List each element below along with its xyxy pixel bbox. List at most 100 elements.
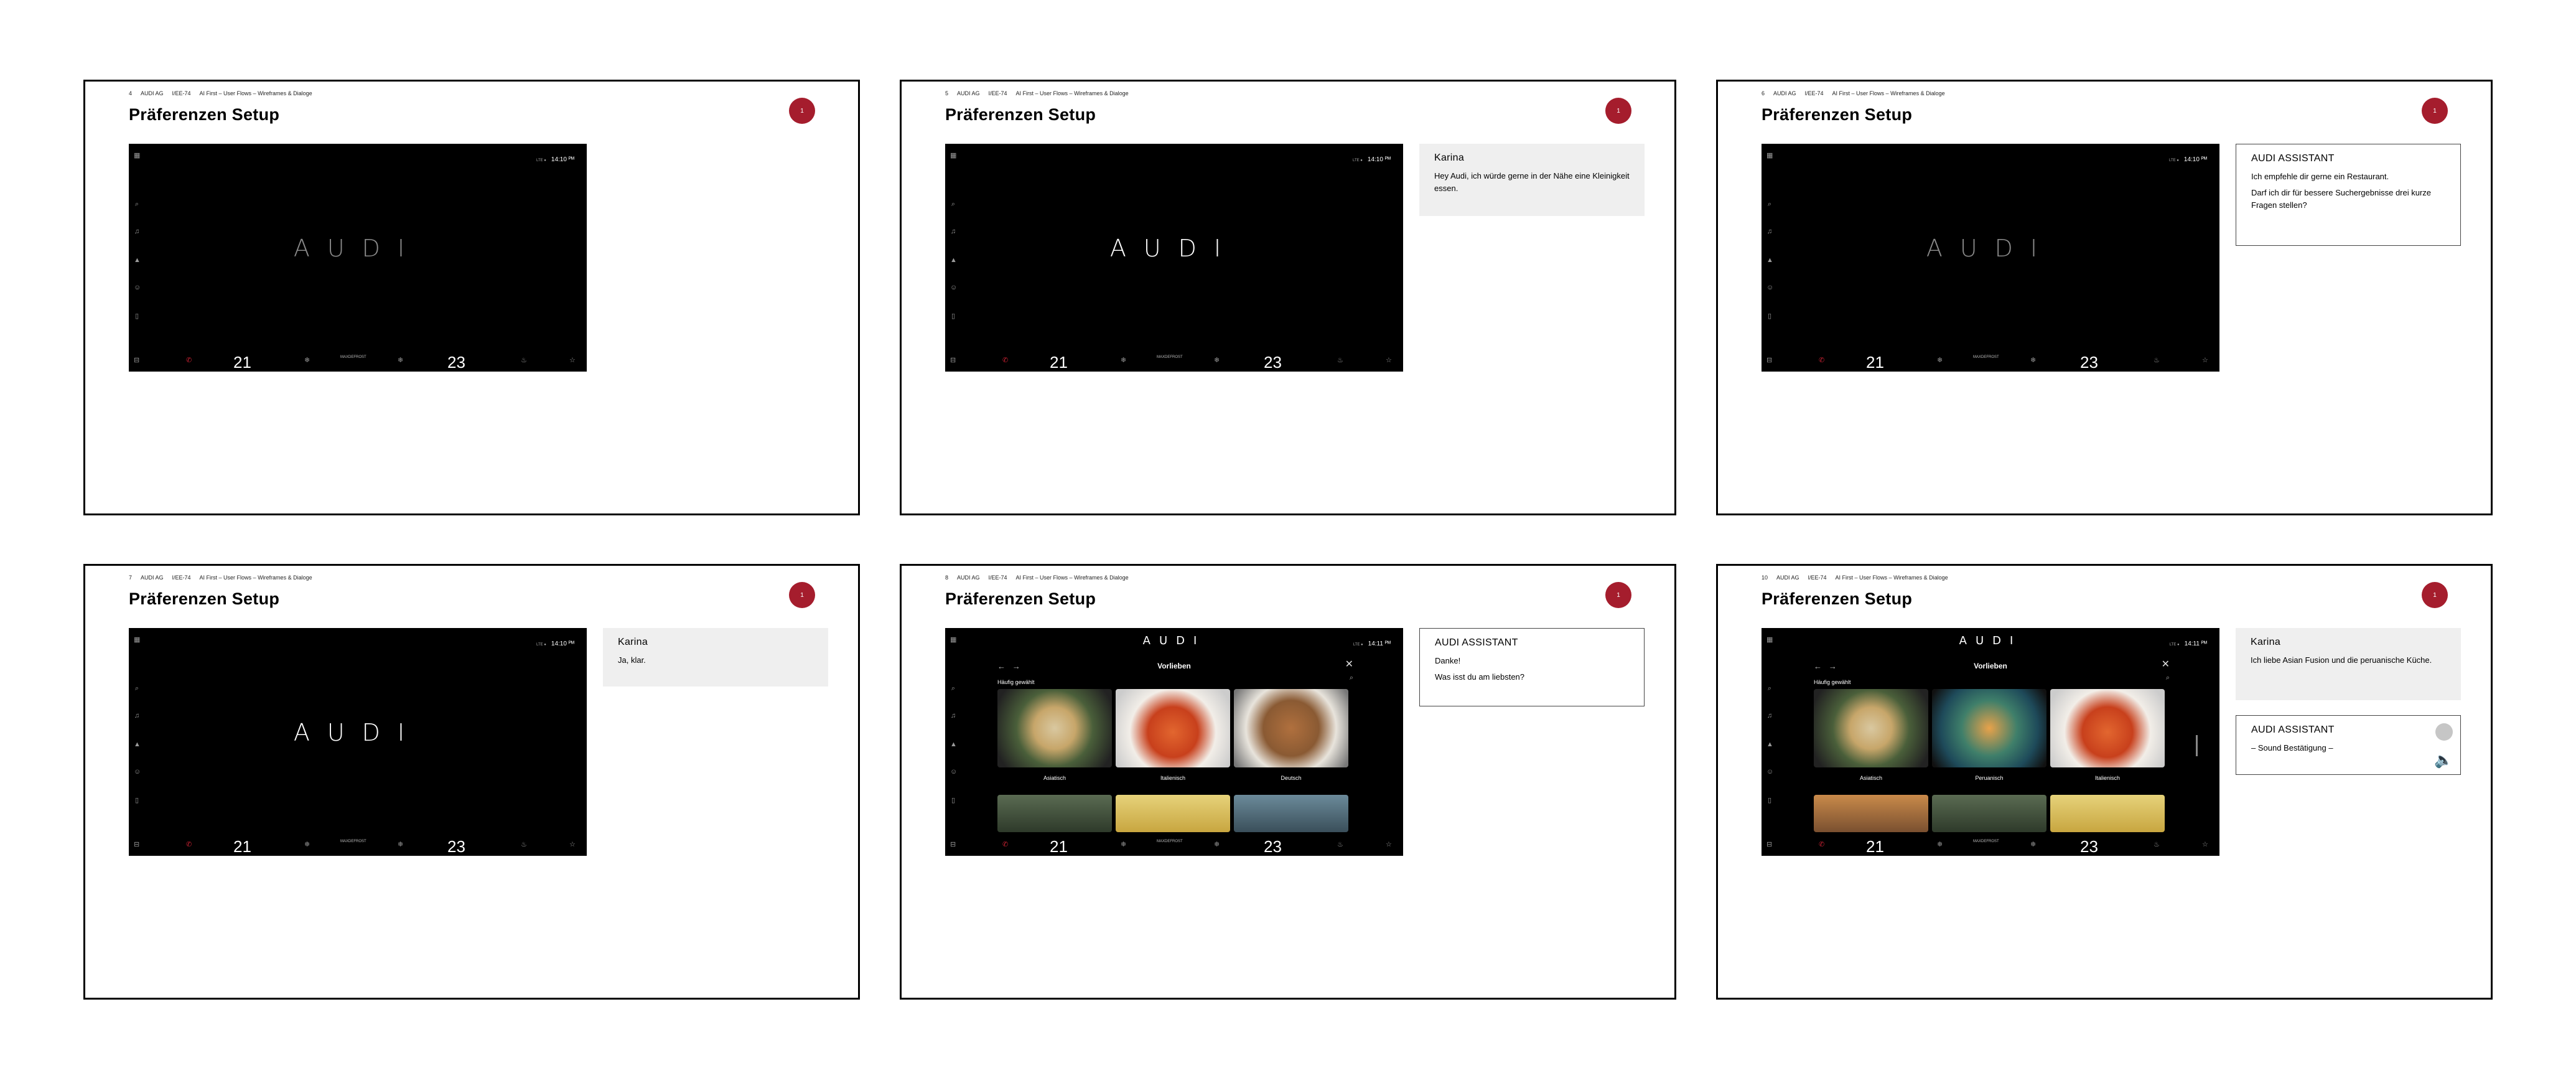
- food-image[interactable]: [1116, 795, 1230, 832]
- fan-icon[interactable]: ❄: [1121, 840, 1126, 848]
- search-icon[interactable]: ⌕: [134, 201, 140, 208]
- food-image[interactable]: [1814, 795, 1928, 832]
- rear-defrost-icon[interactable]: ❄: [2030, 356, 2036, 364]
- phone-icon[interactable]: ▯: [950, 313, 956, 320]
- user-icon[interactable]: ☺: [134, 769, 141, 776]
- music-icon[interactable]: ♫: [950, 713, 956, 720]
- favorite-icon[interactable]: ☆: [2202, 356, 2208, 364]
- phone-icon[interactable]: ▯: [134, 313, 140, 320]
- phone-call-icon[interactable]: ✆: [186, 840, 192, 848]
- food-image-italian[interactable]: [2050, 689, 2165, 767]
- phone-call-icon[interactable]: ✆: [1002, 840, 1008, 848]
- phone-call-icon[interactable]: ✆: [1819, 840, 1824, 848]
- music-icon[interactable]: ♫: [1766, 713, 1773, 720]
- infotainment-screen[interactable]: ▦ ⌕ ♫ ▲ ☺ ▯ LTE ● 14:10 ᴾᴹ AUDI ⊟ ✆ 21 ❄ …: [945, 144, 1403, 372]
- phone-icon[interactable]: ▯: [1766, 313, 1773, 320]
- user-icon[interactable]: ☺: [1766, 769, 1773, 776]
- favorite-icon[interactable]: ☆: [569, 840, 576, 848]
- user-icon[interactable]: ☺: [950, 769, 957, 776]
- search-icon[interactable]: ⌕: [950, 201, 956, 208]
- music-icon[interactable]: ♫: [134, 228, 140, 235]
- seat-heat-icon[interactable]: ♨: [521, 840, 527, 848]
- defrost-label[interactable]: MAXDEFROST: [1157, 355, 1183, 359]
- favorite-icon[interactable]: ☆: [569, 356, 576, 364]
- search-icon[interactable]: ⌕: [134, 685, 140, 692]
- car-icon[interactable]: ⊟: [950, 356, 956, 364]
- temp-left[interactable]: 21: [1050, 353, 1068, 372]
- temp-right[interactable]: 23: [2080, 837, 2098, 856]
- climate-bar[interactable]: ⊟ ✆ 21 ❄ MAXDEFROST ❄ 23 ♨ ☆: [129, 353, 587, 372]
- temp-right[interactable]: 23: [2080, 353, 2098, 372]
- defrost-label[interactable]: MAXDEFROST: [1973, 355, 1999, 359]
- infotainment-screen[interactable]: ▦ ⌕ ♫ ▲ ☺ ▯ LTE ● 14:10 ᴾᴹ AUDI ⊟ ✆ 21 ❄ …: [129, 144, 587, 372]
- fan-icon[interactable]: ❄: [1121, 356, 1126, 364]
- apps-icon[interactable]: ▦: [134, 637, 140, 644]
- music-icon[interactable]: ♫: [950, 228, 956, 235]
- close-icon[interactable]: ✕: [1345, 658, 1353, 670]
- seat-heat-icon[interactable]: ♨: [2154, 840, 2160, 848]
- food-image-peruvian[interactable]: [1932, 689, 2046, 767]
- food-image[interactable]: [2050, 795, 2165, 832]
- search-icon[interactable]: ⌕: [1350, 674, 1353, 682]
- close-icon[interactable]: ✕: [2162, 658, 2170, 670]
- defrost-label[interactable]: MAXDEFROST: [340, 840, 366, 843]
- car-icon[interactable]: ⊟: [134, 840, 139, 848]
- infotainment-screen[interactable]: ▦ ⌕ ♫ ▲ ☺ ▯ AUDI LTE ● 14:11 ᴾᴹ ← → Vorli…: [945, 628, 1403, 856]
- phone-icon[interactable]: ▯: [134, 797, 140, 804]
- rear-defrost-icon[interactable]: ❄: [398, 840, 403, 848]
- apps-icon[interactable]: ▦: [950, 152, 956, 159]
- rear-defrost-icon[interactable]: ❄: [398, 356, 403, 364]
- defrost-label[interactable]: MAXDEFROST: [1157, 840, 1183, 843]
- temp-left[interactable]: 21: [1866, 353, 1884, 372]
- food-image-asian[interactable]: [997, 689, 1112, 767]
- defrost-label[interactable]: MAXDEFROST: [340, 355, 366, 359]
- temp-left[interactable]: 21: [1050, 837, 1068, 856]
- food-image-german[interactable]: [1234, 689, 1348, 767]
- car-icon[interactable]: ⊟: [1766, 840, 1772, 848]
- phone-call-icon[interactable]: ✆: [1819, 356, 1824, 364]
- fan-icon[interactable]: ❄: [1937, 840, 1943, 848]
- temp-left[interactable]: 21: [233, 353, 251, 372]
- infotainment-screen[interactable]: ▦ ⌕ ♫ ▲ ☺ ▯ AUDI LTE ● 14:11 ᴾᴹ ← → Vorli…: [1762, 628, 2219, 856]
- food-image-asian[interactable]: [1814, 689, 1928, 767]
- car-icon[interactable]: ⊟: [134, 356, 139, 364]
- music-icon[interactable]: ♫: [1766, 228, 1773, 235]
- search-icon[interactable]: ⌕: [1766, 685, 1773, 692]
- music-icon[interactable]: ♫: [134, 713, 140, 720]
- user-icon[interactable]: ☺: [134, 284, 141, 291]
- favorite-icon[interactable]: ☆: [1386, 840, 1392, 848]
- seat-heat-icon[interactable]: ♨: [521, 356, 527, 364]
- infotainment-screen[interactable]: ▦ ⌕ ♫ ▲ ☺ ▯ LTE ● 14:10 ᴾᴹ AUDI ⊟ ✆ 21 ❄ …: [129, 628, 587, 856]
- phone-call-icon[interactable]: ✆: [186, 356, 192, 364]
- food-image[interactable]: [997, 795, 1112, 832]
- climate-bar[interactable]: ⊟ ✆ 21 ❄ MAXDEFROST ❄ 23 ♨ ☆: [1762, 353, 2219, 372]
- temp-left[interactable]: 21: [233, 837, 251, 856]
- phone-icon[interactable]: ▯: [1766, 797, 1773, 804]
- temp-right[interactable]: 23: [447, 353, 465, 372]
- fan-icon[interactable]: ❄: [1937, 356, 1943, 364]
- navigation-icon[interactable]: ▲: [1766, 741, 1773, 748]
- defrost-label[interactable]: MAXDEFROST: [1973, 840, 1999, 843]
- car-icon[interactable]: ⊟: [950, 840, 956, 848]
- infotainment-screen[interactable]: ▦ ⌕ ♫ ▲ ☺ ▯ LTE ● 14:10 ᴾᴹ AUDI ⊟ ✆ 21 ❄ …: [1762, 144, 2219, 372]
- search-icon[interactable]: ⌕: [1766, 201, 1773, 208]
- user-icon[interactable]: ☺: [950, 284, 957, 291]
- car-icon[interactable]: ⊟: [1766, 356, 1772, 364]
- food-image-italian[interactable]: [1116, 689, 1230, 767]
- climate-bar[interactable]: ⊟ ✆ 21 ❄ MAXDEFROST ❄ 23 ♨ ☆: [945, 837, 1403, 856]
- climate-bar[interactable]: ⊟ ✆ 21 ❄ MAXDEFROST ❄ 23 ♨ ☆: [945, 353, 1403, 372]
- apps-icon[interactable]: ▦: [134, 152, 140, 159]
- food-image[interactable]: [1234, 795, 1348, 832]
- climate-bar[interactable]: ⊟ ✆ 21 ❄ MAXDEFROST ❄ 23 ♨ ☆: [1762, 837, 2219, 856]
- rear-defrost-icon[interactable]: ❄: [2030, 840, 2036, 848]
- temp-right[interactable]: 23: [447, 837, 465, 856]
- rear-defrost-icon[interactable]: ❄: [1214, 356, 1220, 364]
- search-icon[interactable]: ⌕: [950, 685, 956, 692]
- phone-icon[interactable]: ▯: [950, 797, 956, 804]
- temp-right[interactable]: 23: [1264, 837, 1282, 856]
- seat-heat-icon[interactable]: ♨: [2154, 356, 2160, 364]
- seat-heat-icon[interactable]: ♨: [1337, 840, 1343, 848]
- user-icon[interactable]: ☺: [1766, 284, 1773, 291]
- favorite-icon[interactable]: ☆: [1386, 356, 1392, 364]
- seat-heat-icon[interactable]: ♨: [1337, 356, 1343, 364]
